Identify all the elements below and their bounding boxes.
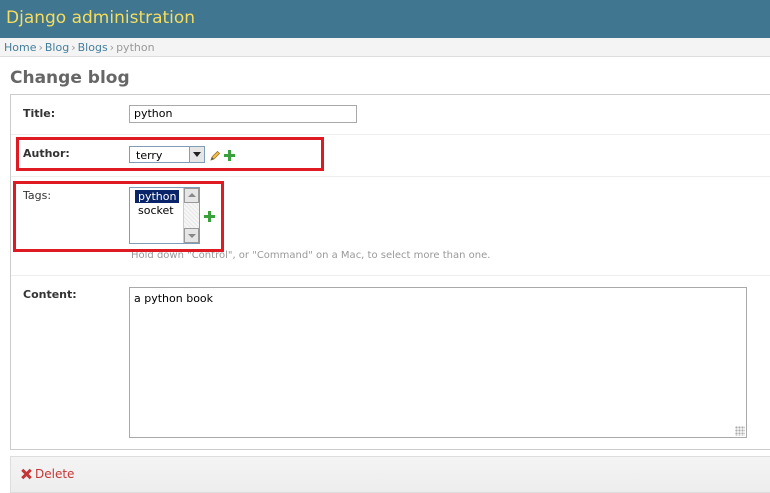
page-title: Change blog: [10, 68, 130, 88]
site-title[interactable]: Django administration: [6, 8, 195, 28]
content-textarea[interactable]: a python book: [129, 287, 747, 438]
breadcrumb-current: python: [116, 41, 155, 54]
title-input[interactable]: python: [129, 105, 357, 123]
delete-link[interactable]: Delete: [21, 467, 74, 481]
breadcrumb-blog[interactable]: Blog: [45, 41, 69, 54]
breadcrumb: Home › Blog › Blogs › python: [0, 38, 770, 57]
submit-row: Delete: [10, 456, 770, 493]
header: Django administration: [0, 0, 770, 38]
breadcrumb-separator: ›: [109, 41, 115, 54]
form-row-title: Title: python: [11, 95, 770, 135]
content-text: a python book: [134, 292, 214, 305]
delete-label: Delete: [35, 467, 75, 481]
content-label: Content:: [23, 288, 77, 301]
breadcrumb-blogs[interactable]: Blogs: [78, 41, 108, 54]
title-label: Title:: [23, 107, 56, 120]
breadcrumb-separator: ›: [71, 41, 76, 54]
highlight-box-tags: [13, 181, 224, 252]
breadcrumb-separator: ›: [38, 41, 43, 54]
highlight-box-author: [16, 137, 324, 171]
resize-grip-icon[interactable]: [735, 426, 745, 436]
delete-x-icon: [21, 469, 31, 479]
breadcrumb-home[interactable]: Home: [4, 41, 36, 54]
